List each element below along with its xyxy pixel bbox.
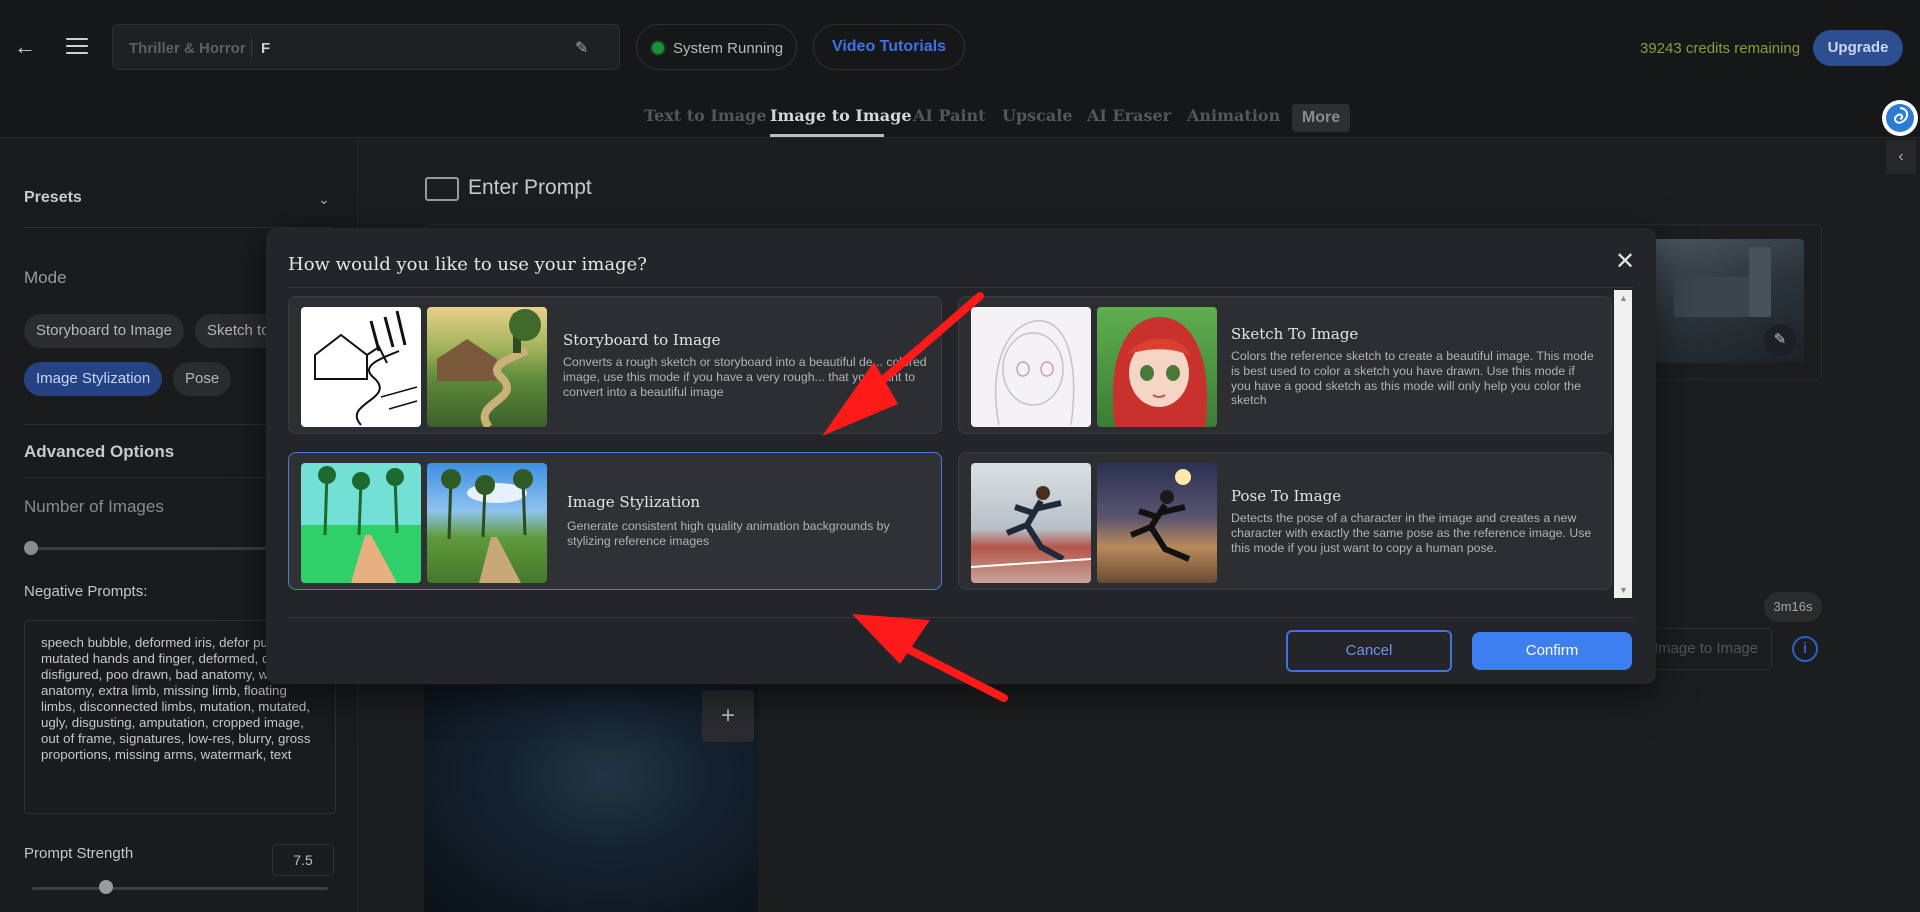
storyboard-sketch-image	[301, 307, 421, 427]
option-title: Sketch To Image	[1231, 325, 1359, 343]
tab-ai-paint[interactable]: AI Paint	[913, 106, 986, 125]
mode-selection-modal: How would you like to use your image? ✕	[266, 228, 1656, 684]
chevron-left-icon[interactable]: ‹	[1886, 140, 1916, 174]
info-icon[interactable]: i	[1792, 636, 1818, 662]
options-scrollbar[interactable]: ▲ ▼	[1614, 290, 1632, 598]
pose-result-image	[1097, 463, 1217, 583]
pose-input-image	[971, 463, 1091, 583]
stylization-result-image	[427, 463, 547, 583]
presets-heading[interactable]: Presets	[24, 189, 82, 207]
cancel-button[interactable]: Cancel	[1286, 630, 1452, 672]
option-description: Converts a rough sketch or storyboard in…	[563, 355, 927, 399]
timer-badge: 3m16s	[1764, 592, 1822, 622]
prompt-strength-slider-knob[interactable]	[99, 880, 113, 894]
project-separator	[251, 38, 252, 58]
top-bar: ← Thriller & Horror F ✎ System Running V…	[0, 0, 1920, 96]
video-tutorials-button[interactable]: Video Tutorials	[813, 24, 965, 70]
hamburger-menu-icon[interactable]	[66, 38, 88, 54]
option-image-stylization[interactable]: Image Stylization Generate consistent hi…	[288, 452, 942, 590]
mode-options-list: Storyboard to Image Converts a rough ske…	[288, 290, 1634, 602]
sketch-result-image	[1097, 307, 1217, 427]
tab-image-to-image[interactable]: Image to Image	[770, 106, 912, 125]
status-text: System Running	[673, 40, 784, 57]
scroll-down-icon[interactable]: ▼	[1619, 585, 1628, 595]
tab-bar: Text to Image Image to Image AI Paint Up…	[0, 96, 1920, 138]
mode-heading: Mode	[24, 268, 67, 287]
advanced-options-heading[interactable]: Advanced Options	[24, 442, 174, 462]
mode-chip-storyboard[interactable]: Storyboard to Image	[24, 314, 184, 348]
tab-text-to-image[interactable]: Text to Image	[644, 106, 767, 125]
number-of-images-label: Number of Images	[24, 497, 164, 516]
chevron-down-icon[interactable]: ⌄	[318, 191, 330, 208]
image-to-image-button[interactable]: Image to Image	[1640, 628, 1772, 670]
back-arrow-icon[interactable]: ←	[14, 36, 38, 60]
app-logo-icon[interactable]	[1882, 100, 1918, 136]
tab-more[interactable]: More	[1292, 104, 1350, 132]
scroll-up-icon[interactable]: ▲	[1619, 293, 1628, 303]
status-dot	[652, 42, 664, 54]
project-name: F	[261, 40, 271, 57]
pencil-icon[interactable]: ✎	[575, 38, 593, 57]
active-tab-underline	[770, 134, 884, 137]
option-description: Detects the pose of a character in the i…	[1231, 511, 1592, 555]
prompt-strength-label: Prompt Strength	[24, 845, 134, 862]
option-description: Colors the reference sketch to create a …	[1231, 349, 1594, 408]
confirm-button[interactable]: Confirm	[1472, 632, 1632, 670]
tab-upscale[interactable]: Upscale	[1002, 106, 1073, 125]
mode-chip-image-stylization[interactable]: Image Stylization	[24, 362, 163, 396]
prompt-strength-value[interactable]: 7.5	[272, 844, 334, 876]
project-genre: Thriller & Horror	[129, 40, 246, 57]
modal-divider	[288, 617, 1634, 618]
option-sketch-to-image[interactable]: Sketch To Image Colors the reference ske…	[958, 296, 1612, 434]
pencil-icon[interactable]: ✎	[1764, 324, 1796, 356]
negative-prompts-label: Negative Prompts:	[24, 583, 148, 600]
number-of-images-slider-knob[interactable]	[24, 541, 38, 555]
option-title: Storyboard to Image	[563, 331, 721, 349]
credits-remaining: 39243 credits remaining	[1640, 40, 1801, 57]
modal-title: How would you like to use your image?	[288, 254, 647, 275]
tab-ai-eraser[interactable]: AI Eraser	[1087, 106, 1171, 125]
option-title: Image Stylization	[567, 493, 701, 511]
plus-icon[interactable]: +	[702, 690, 754, 742]
enter-prompt-heading: Enter Prompt	[468, 176, 592, 199]
modal-divider	[288, 287, 1634, 288]
storyboard-result-image	[427, 307, 547, 427]
option-storyboard-to-image[interactable]: Storyboard to Image Converts a rough ske…	[288, 296, 942, 434]
option-title: Pose To Image	[1231, 487, 1342, 505]
option-description: Generate consistent high quality animati…	[567, 519, 890, 548]
system-status-pill: System Running	[636, 24, 797, 70]
prompt-icon	[425, 177, 459, 201]
close-icon[interactable]: ✕	[1612, 250, 1638, 276]
project-title-field[interactable]: Thriller & Horror F ✎	[112, 24, 620, 70]
stylization-input-image	[301, 463, 421, 583]
prompt-strength-slider-track[interactable]	[32, 887, 328, 890]
tab-animation[interactable]: Animation	[1187, 106, 1280, 125]
mode-chip-pose[interactable]: Pose	[173, 362, 232, 396]
option-pose-to-image[interactable]: Pose To Image Detects the pose of a char…	[958, 452, 1612, 590]
sketch-input-image	[971, 307, 1091, 427]
number-of-images-slider-track[interactable]	[30, 547, 268, 550]
upgrade-button[interactable]: Upgrade	[1813, 30, 1903, 66]
